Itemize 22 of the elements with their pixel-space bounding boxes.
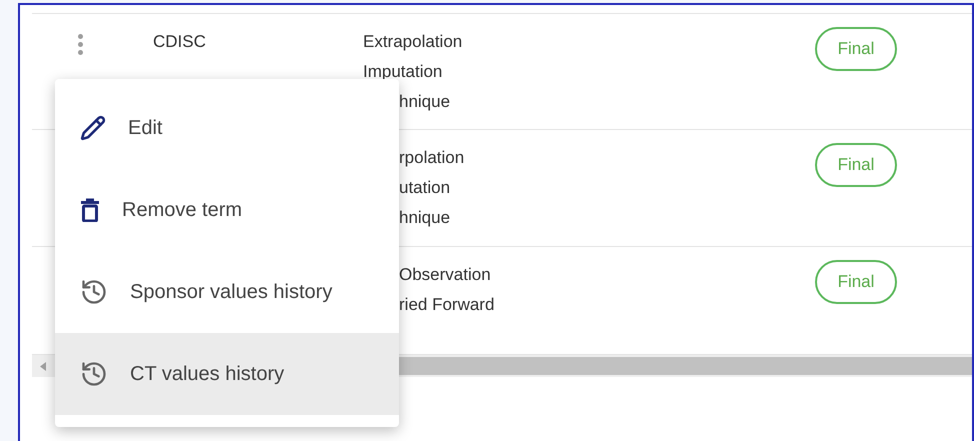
status-badge: Final (815, 27, 897, 71)
menu-item[interactable]: CT values history (55, 333, 399, 415)
status-badge: Final (815, 143, 897, 187)
table-cell-text: hnique (399, 91, 450, 113)
table-cell-text: Observation (399, 264, 491, 286)
table-cell-text: hnique (399, 207, 450, 229)
more-options-button[interactable] (77, 33, 84, 56)
trash-icon (80, 198, 100, 222)
history-icon (80, 278, 108, 306)
table-cell-text: utation (399, 177, 450, 199)
table-cell-text: Imputation (363, 61, 442, 83)
pencil-icon (80, 115, 106, 141)
table-cell-text: Extrapolation (363, 31, 462, 53)
status-badge: Final (815, 260, 897, 304)
table-cell-text: rpolation (399, 147, 464, 169)
scroll-left-icon (40, 362, 46, 370)
history-icon (80, 360, 108, 388)
table-cell: CDISC (153, 32, 206, 51)
table-cell-text: ried Forward (399, 294, 494, 316)
menu-item[interactable]: Edit (55, 87, 399, 169)
menu-item[interactable]: Remove term (55, 169, 399, 251)
menu-item[interactable]: Sponsor values history (55, 251, 399, 333)
